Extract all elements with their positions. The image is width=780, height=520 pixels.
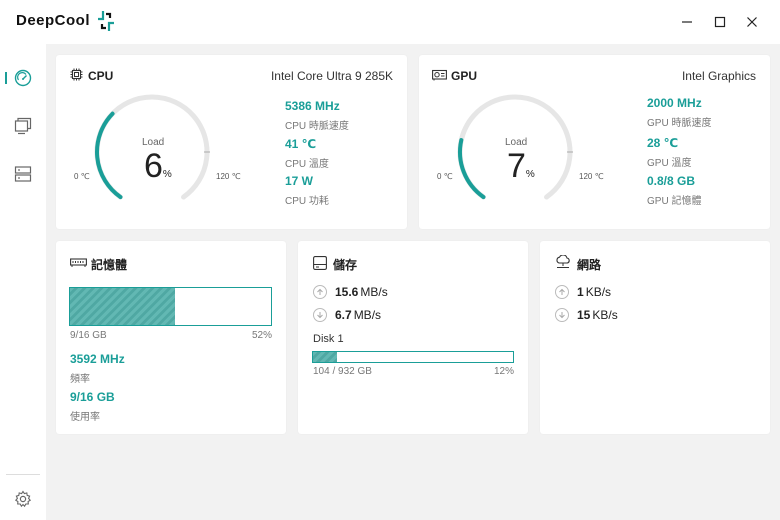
cpu-load-unit: % (162, 169, 172, 180)
cpu-temp-label: CPU 溫度 (285, 159, 329, 170)
close-icon (747, 17, 757, 27)
cpu-power-stat: 17 W CPU 功耗 (285, 174, 329, 207)
disk-usage-text: 104 / 932 GB (313, 366, 372, 377)
gpu-temp-arc (458, 138, 486, 200)
gear-icon (14, 490, 32, 508)
maximize-button[interactable] (710, 12, 730, 32)
close-button[interactable] (742, 12, 762, 32)
minimize-button[interactable] (677, 12, 697, 32)
memory-freq-stat: 3592 MHz 頻率 (70, 352, 125, 385)
server-icon (14, 166, 32, 182)
gpu-clock-stat: 2000 MHz GPU 時脈速度 (647, 96, 711, 129)
gpu-gauge-max: 120 ℃ (579, 172, 604, 181)
gpu-load-number: 7 (507, 147, 526, 185)
memory-usage-stat: 9/16 GB 使用率 (70, 390, 115, 423)
gpu-memory-value: 0.8/8 GB (647, 174, 696, 188)
title-bar: DeepCool (0, 0, 780, 44)
gpu-memory-label: GPU 記憶體 (647, 196, 702, 207)
network-download-unit: KB/s (592, 308, 618, 322)
storage-write-unit: MB/s (353, 308, 382, 322)
gauge-icon (14, 69, 32, 87)
memory-freq-value: 3592 MHz (70, 352, 125, 366)
storage-read-value: 15.6 (335, 285, 359, 299)
gpu-gauge-min: 0 ℃ (437, 172, 453, 181)
disk-usage-bar (312, 351, 514, 363)
arrow-up-icon (555, 285, 569, 299)
cpu-gauge-max: 120 ℃ (216, 172, 241, 181)
cpu-clock-label: CPU 時脈速度 (285, 121, 349, 132)
storage-card: 儲存 15.6 MB/s 6.7 MB/s Disk 1 104 / 932 G… (298, 241, 528, 434)
cpu-temp-value: 41 ℃ (285, 137, 317, 151)
cpu-load-number: 6 (144, 147, 163, 185)
cpu-load-value: 6% (144, 147, 172, 186)
memory-usage-fill (70, 288, 175, 325)
cloud-network-icon (556, 255, 570, 268)
network-upload-unit: KB/s (585, 285, 612, 299)
nav-storage[interactable] (0, 159, 46, 189)
gpu-load-value: 7% (507, 147, 535, 186)
storage-title: 儲存 (333, 258, 358, 272)
storage-read-unit: MB/s (360, 285, 388, 299)
memory-percent-text: 52% (251, 330, 272, 341)
gpu-temp-label: GPU 溫度 (647, 158, 692, 169)
deepcool-logo-mark (98, 11, 114, 31)
disk-name: Disk 1 (313, 333, 344, 345)
memory-freq-label: 頻率 (70, 374, 90, 385)
cpu-chip-icon (70, 68, 83, 81)
cpu-power-label: CPU 功耗 (285, 196, 329, 207)
cpu-model: Intel Core Ultra 9 285K (270, 69, 393, 83)
network-upload-row: 1 KB/s (555, 285, 611, 299)
nav-monitor[interactable] (0, 111, 46, 141)
cpu-title: CPU (88, 69, 114, 83)
network-title: 網路 (577, 258, 602, 272)
network-upload-value: 1 (577, 285, 584, 299)
gpu-model: Intel Graphics (681, 69, 756, 83)
memory-usage-text: 9/16 GB (70, 330, 107, 341)
app-logo: DeepCool (16, 12, 91, 29)
monitor-icon (14, 117, 32, 135)
memory-used-value: 9/16 GB (70, 390, 115, 404)
cpu-temp-stat: 41 ℃ CPU 溫度 (285, 137, 329, 170)
storage-write-row: 6.7 MB/s (313, 308, 381, 322)
gpu-title: GPU (451, 69, 478, 83)
gpu-temp-stat: 28 ℃ GPU 溫度 (647, 136, 691, 169)
cpu-gauge-min: 0 ℃ (74, 172, 90, 181)
arrow-down-icon (555, 308, 569, 322)
storage-write-value: 6.7 (335, 308, 352, 322)
cpu-clock-value: 5386 MHz (285, 99, 340, 113)
hard-drive-icon (313, 256, 327, 270)
nav-settings[interactable] (0, 484, 46, 514)
nav-dashboard[interactable] (0, 63, 46, 93)
ram-stick-icon (70, 258, 87, 267)
gpu-clock-label: GPU 時脈速度 (647, 118, 712, 129)
sidebar-divider (6, 474, 40, 475)
minimize-icon (682, 21, 692, 23)
cpu-temp-arc (95, 111, 123, 200)
maximize-icon (714, 16, 726, 28)
disk-percent-text: 12% (493, 366, 514, 377)
memory-usage-bar (69, 287, 272, 326)
gpu-memory-stat: 0.8/8 GB GPU 記憶體 (647, 174, 701, 207)
cpu-clock-stat: 5386 MHz CPU 時脈速度 (285, 99, 349, 132)
cpu-card: CPU Intel Core Ultra 9 285K Load 6% 0 ℃ … (56, 55, 407, 229)
memory-title: 記憶體 (91, 258, 128, 272)
network-download-value: 15 (577, 308, 591, 322)
memory-used-label: 使用率 (70, 412, 100, 423)
arrow-down-icon (313, 308, 327, 322)
arrow-up-icon (313, 285, 327, 299)
gpu-load-unit: % (525, 169, 535, 180)
memory-card: 記憶體 9/16 GB 52% 3592 MHz 頻率 9/16 GB 使用率 (56, 241, 286, 434)
network-card: 網路 1 KB/s 15 KB/s (540, 241, 770, 434)
gpu-card: GPU Intel Graphics Load 7% 0 ℃ 120 ℃ 200… (419, 55, 770, 229)
storage-read-row: 15.6 MB/s (313, 285, 388, 299)
gpu-clock-value: 2000 MHz (647, 96, 702, 110)
cpu-power-value: 17 W (285, 174, 314, 188)
network-download-row: 15 KB/s (555, 308, 618, 322)
sidebar (0, 44, 46, 520)
disk-usage-fill (313, 352, 337, 362)
gpu-temp-value: 28 ℃ (647, 136, 679, 150)
gpu-card-icon (432, 69, 447, 81)
